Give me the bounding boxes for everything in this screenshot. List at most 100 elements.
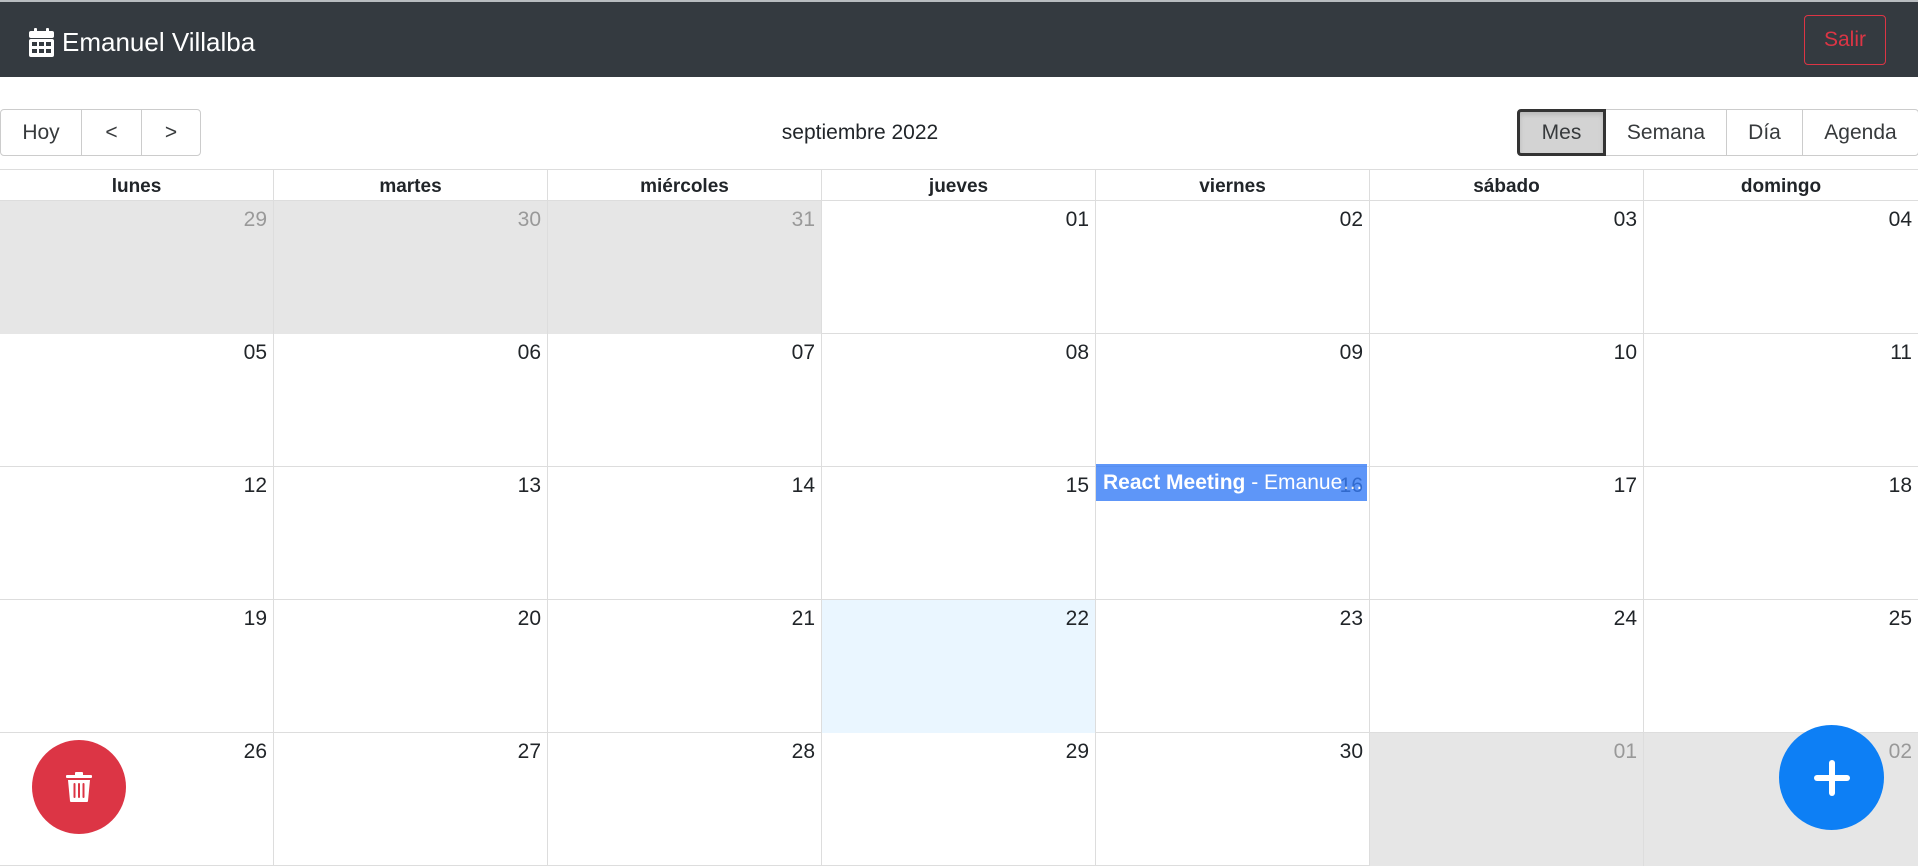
- day-cell[interactable]: 10: [1369, 334, 1643, 467]
- navbar: Emanuel Villalba Salir: [0, 0, 1918, 77]
- date-number[interactable]: 04: [1889, 207, 1912, 233]
- day-cell[interactable]: 15: [821, 467, 1095, 600]
- day-cell[interactable]: 07: [547, 334, 821, 467]
- next-button[interactable]: >: [141, 109, 201, 156]
- day-cell[interactable]: 03: [1369, 201, 1643, 334]
- date-number[interactable]: 21: [792, 606, 815, 632]
- date-number[interactable]: 30: [518, 207, 541, 233]
- view-agenda-button[interactable]: Agenda: [1802, 109, 1918, 156]
- date-number[interactable]: 29: [1066, 739, 1089, 765]
- date-number[interactable]: 06: [518, 340, 541, 366]
- day-cell-off-range[interactable]: 30: [273, 201, 547, 334]
- date-number[interactable]: 18: [1889, 473, 1912, 499]
- day-cell[interactable]: 28: [547, 733, 821, 866]
- trash-icon: [66, 772, 92, 802]
- day-cell-off-range[interactable]: 01: [1369, 733, 1643, 866]
- navigation-button-group: Hoy < >: [0, 109, 201, 156]
- calendar-icon: [29, 27, 54, 57]
- date-number[interactable]: 30: [1340, 739, 1363, 765]
- day-cell[interactable]: 18: [1643, 467, 1918, 600]
- day-cell[interactable]: 27: [273, 733, 547, 866]
- date-number[interactable]: 02: [1889, 739, 1912, 765]
- date-number[interactable]: 15: [1066, 473, 1089, 499]
- event-title: React Meeting: [1103, 471, 1246, 494]
- week-row: 29 30 31 01 02 03 04: [0, 201, 1918, 334]
- date-number[interactable]: 27: [518, 739, 541, 765]
- date-number[interactable]: 26: [244, 739, 267, 765]
- day-cell[interactable]: 17: [1369, 467, 1643, 600]
- event-separator: -: [1245, 471, 1265, 494]
- weekday-header-cell: martes: [273, 170, 547, 201]
- view-day-button[interactable]: Día: [1726, 109, 1803, 156]
- day-cell[interactable]: 21: [547, 600, 821, 733]
- logout-button[interactable]: Salir: [1804, 15, 1886, 65]
- week-row: 26 27 28 29 30 01 02: [0, 733, 1918, 866]
- date-number[interactable]: 01: [1614, 739, 1637, 765]
- date-number[interactable]: 07: [792, 340, 815, 366]
- date-number[interactable]: 03: [1614, 207, 1637, 233]
- date-number[interactable]: 20: [518, 606, 541, 632]
- add-event-button[interactable]: [1779, 725, 1884, 830]
- date-number[interactable]: 22: [1066, 606, 1089, 632]
- day-cell[interactable]: 11: [1643, 334, 1918, 467]
- view-button-group: Mes Semana Día Agenda: [1517, 109, 1918, 156]
- date-number[interactable]: 14: [792, 473, 815, 499]
- day-cell[interactable]: 20: [273, 600, 547, 733]
- date-number[interactable]: 10: [1614, 340, 1637, 366]
- view-month-button[interactable]: Mes: [1517, 109, 1606, 156]
- weekday-header-cell: jueves: [821, 170, 1095, 201]
- view-week-button[interactable]: Semana: [1605, 109, 1727, 156]
- date-number[interactable]: 24: [1614, 606, 1637, 632]
- day-cell-off-range[interactable]: 31: [547, 201, 821, 334]
- previous-button[interactable]: <: [81, 109, 142, 156]
- brand: Emanuel Villalba: [29, 24, 255, 60]
- date-number[interactable]: 08: [1066, 340, 1089, 366]
- day-cell[interactable]: 13: [273, 467, 547, 600]
- weekday-header-cell: lunes: [111, 176, 162, 197]
- date-number[interactable]: 31: [792, 207, 815, 233]
- date-number[interactable]: 02: [1340, 207, 1363, 233]
- day-cell[interactable]: 05: [0, 334, 273, 467]
- day-cell[interactable]: 01: [821, 201, 1095, 334]
- day-cell[interactable]: 19: [0, 600, 273, 733]
- date-number[interactable]: 01: [1066, 207, 1089, 233]
- day-cell-today[interactable]: 22: [821, 600, 1095, 733]
- date-number[interactable]: 28: [792, 739, 815, 765]
- date-number[interactable]: 05: [244, 340, 267, 366]
- weekday-header-cell: domingo: [1643, 170, 1918, 201]
- today-button[interactable]: Hoy: [0, 109, 82, 156]
- date-number[interactable]: 09: [1340, 340, 1363, 366]
- weekday-header-cell: miércoles: [547, 170, 821, 201]
- day-cell[interactable]: 23: [1095, 600, 1369, 733]
- current-period-label: septiembre 2022: [781, 121, 939, 144]
- calendar-event[interactable]: React Meeting - Emanuel Villalba: [1096, 464, 1367, 501]
- week-row: 05 06 07 08 09 10 11: [0, 334, 1918, 467]
- weekday-header: lunes martes miércoles jueves viernes sábado d…: [0, 170, 1918, 201]
- date-number[interactable]: 29: [244, 207, 267, 233]
- day-cell[interactable]: 04: [1643, 201, 1918, 334]
- day-cell[interactable]: 30: [1095, 733, 1369, 866]
- day-cell[interactable]: 25: [1643, 600, 1918, 733]
- date-number[interactable]: 23: [1340, 606, 1363, 632]
- day-cell[interactable]: 02: [1095, 201, 1369, 334]
- event-owner: Emanuel Villalba: [1264, 471, 1367, 494]
- day-cell[interactable]: 14: [547, 467, 821, 600]
- date-number[interactable]: 19: [244, 606, 267, 632]
- day-cell[interactable]: 09: [1095, 334, 1369, 467]
- date-number[interactable]: 17: [1614, 473, 1637, 499]
- date-number[interactable]: 12: [244, 473, 267, 499]
- day-cell[interactable]: 12: [0, 467, 273, 600]
- weekday-header-cell: sábado: [1369, 170, 1643, 201]
- weekday-header-cell: viernes: [1095, 170, 1369, 201]
- date-number[interactable]: 25: [1889, 606, 1912, 632]
- day-cell[interactable]: 29: [821, 733, 1095, 866]
- day-cell[interactable]: 08: [821, 334, 1095, 467]
- date-number[interactable]: 11: [1890, 340, 1912, 366]
- day-cell-off-range[interactable]: 29: [0, 201, 273, 334]
- date-number[interactable]: 13: [518, 473, 541, 499]
- day-cell[interactable]: 24: [1369, 600, 1643, 733]
- day-cell[interactable]: 06: [273, 334, 547, 467]
- user-name: Emanuel Villalba: [62, 27, 256, 57]
- week-row: 19 20 21 22 23 24 25: [0, 600, 1918, 733]
- delete-event-button[interactable]: [32, 740, 126, 834]
